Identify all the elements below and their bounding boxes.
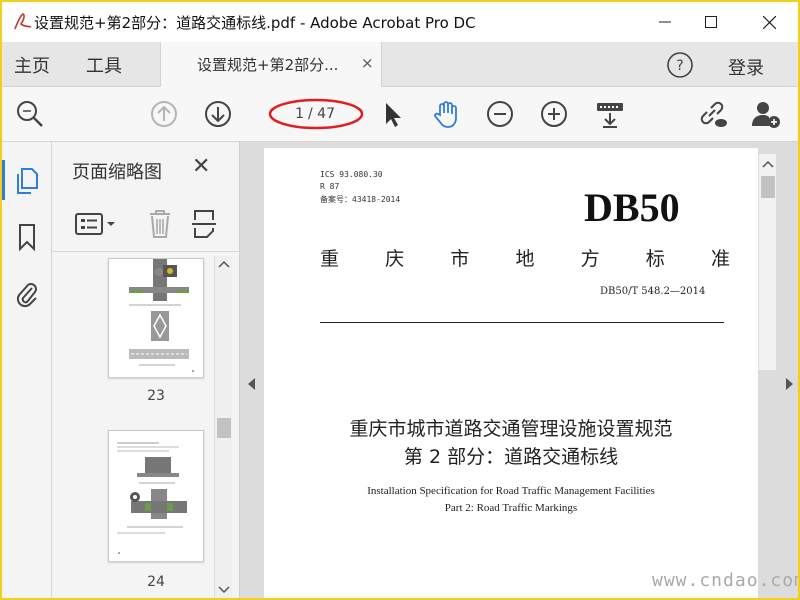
standard-number: DB50/T 548.2—2014 <box>600 286 706 297</box>
acrobat-icon <box>14 13 32 30</box>
thumbnail-page-23[interactable] <box>108 258 204 378</box>
zoom-search-icon[interactable] <box>14 98 46 130</box>
std-char: 市 <box>450 248 470 270</box>
menu-tools[interactable]: 工具 <box>86 52 122 78</box>
thumbnail-options-icon[interactable] <box>74 210 118 238</box>
doc-scroll-up-arrow-icon[interactable] <box>762 160 774 168</box>
select-cursor-icon[interactable] <box>376 98 408 130</box>
minimize-button[interactable] <box>642 2 688 42</box>
bookmark-icon[interactable] <box>14 222 40 252</box>
maximize-button[interactable] <box>688 2 734 42</box>
thumbnail-label-23: 23 <box>147 388 165 404</box>
acrobat-window: 设置规范+第2部分：道路交通标线.pdf - Adobe Acrobat Pro… <box>2 2 798 598</box>
share-link-icon[interactable] <box>696 98 728 130</box>
crop-pages-icon[interactable] <box>190 208 218 240</box>
red-annotation-ellipse <box>268 98 364 130</box>
svg-text:?: ? <box>676 58 683 74</box>
zoom-out-icon[interactable] <box>484 98 516 130</box>
document-scrollbar[interactable] <box>758 154 776 370</box>
collapse-left-arrow-icon[interactable] <box>248 378 256 390</box>
scroll-up-arrow-icon[interactable] <box>218 260 230 268</box>
menu-home[interactable]: 主页 <box>14 52 50 78</box>
document-scrollbar-thumb[interactable] <box>761 176 775 198</box>
standard-type-title: 重 庆 市 地 方 标 准 <box>320 244 730 271</box>
std-char: 方 <box>580 248 600 270</box>
close-icon <box>762 15 776 29</box>
maximize-icon <box>705 16 717 28</box>
help-icon[interactable]: ? <box>666 51 694 79</box>
document-tab-close-button[interactable]: × <box>361 54 374 72</box>
toolbar: / 47 <box>2 87 798 142</box>
minimize-icon <box>659 21 671 23</box>
record-number: 备案号：43418-2014 <box>320 195 401 204</box>
document-tab-label: 设置规范+第2部分... <box>197 56 339 74</box>
scroll-mode-icon[interactable] <box>594 98 626 130</box>
pdf-page: ICS 93.080.30 R 87 备案号：43418-2014 DB50 重… <box>264 148 758 598</box>
panel-toolbar <box>52 200 240 252</box>
window-title: 设置规范+第2部分：道路交通标线.pdf - Adobe Acrobat Pro… <box>34 14 476 32</box>
menu-bar: 主页 工具 设置规范+第2部分... × ? 登录 <box>2 42 798 87</box>
thumbnail-scrollbar-thumb[interactable] <box>217 418 231 438</box>
thumbnail-23-preview <box>129 259 194 372</box>
thumbnail-24-preview <box>117 442 187 554</box>
watermark-text: www.cndao.com <box>652 570 798 591</box>
page-down-icon[interactable] <box>202 98 234 130</box>
page-up-icon[interactable] <box>148 98 180 130</box>
thumbnail-label-24: 24 <box>147 574 165 590</box>
zoom-in-icon[interactable] <box>538 98 570 130</box>
attachment-icon[interactable] <box>14 278 40 308</box>
thumbnails-panel: 页面缩略图 ✕ 23 24 <box>52 142 240 598</box>
header-rule <box>320 322 724 323</box>
title-cn-line-2: 第 2 部分：道路交通标线 <box>403 446 619 468</box>
document-viewport[interactable]: ICS 93.080.30 R 87 备案号：43418-2014 DB50 重… <box>240 142 798 598</box>
standard-code: DB50 <box>584 185 680 230</box>
panel-title: 页面缩略图 <box>72 162 162 183</box>
std-char: 庆 <box>385 248 405 270</box>
delete-page-icon[interactable] <box>146 208 174 240</box>
title-en-line-1: Installation Specification for Road Traf… <box>367 485 655 497</box>
thumbnail-page-24[interactable] <box>108 430 204 562</box>
thumbnail-scrollbar[interactable] <box>214 256 232 598</box>
panel-close-button[interactable]: ✕ <box>192 154 210 179</box>
rail-active-indicator <box>2 160 5 200</box>
add-user-icon[interactable] <box>750 98 782 130</box>
collapse-right-arrow-icon[interactable] <box>786 378 794 390</box>
title-bar: 设置规范+第2部分：道路交通标线.pdf - Adobe Acrobat Pro… <box>2 2 798 42</box>
std-char: 准 <box>710 248 730 270</box>
std-char: 标 <box>645 248 665 270</box>
title-cn-line-1: 重庆市城市道路交通管理设施设置规范 <box>349 418 673 440</box>
r-code: R 87 <box>320 182 340 191</box>
std-char: 地 <box>515 248 535 270</box>
scroll-down-arrow-icon[interactable] <box>218 586 230 594</box>
ics-code: ICS 93.080.30 <box>320 170 383 179</box>
title-en-line-2: Part 2: Road Traffic Markings <box>444 502 578 514</box>
close-window-button[interactable] <box>746 2 792 42</box>
std-char: 重 <box>320 248 340 270</box>
hand-tool-icon[interactable] <box>430 98 462 130</box>
document-tab[interactable]: 设置规范+第2部分... × <box>160 42 382 87</box>
login-button[interactable]: 登录 <box>728 54 764 80</box>
page-thumbnails-icon[interactable] <box>14 166 40 196</box>
left-rail <box>2 142 52 598</box>
